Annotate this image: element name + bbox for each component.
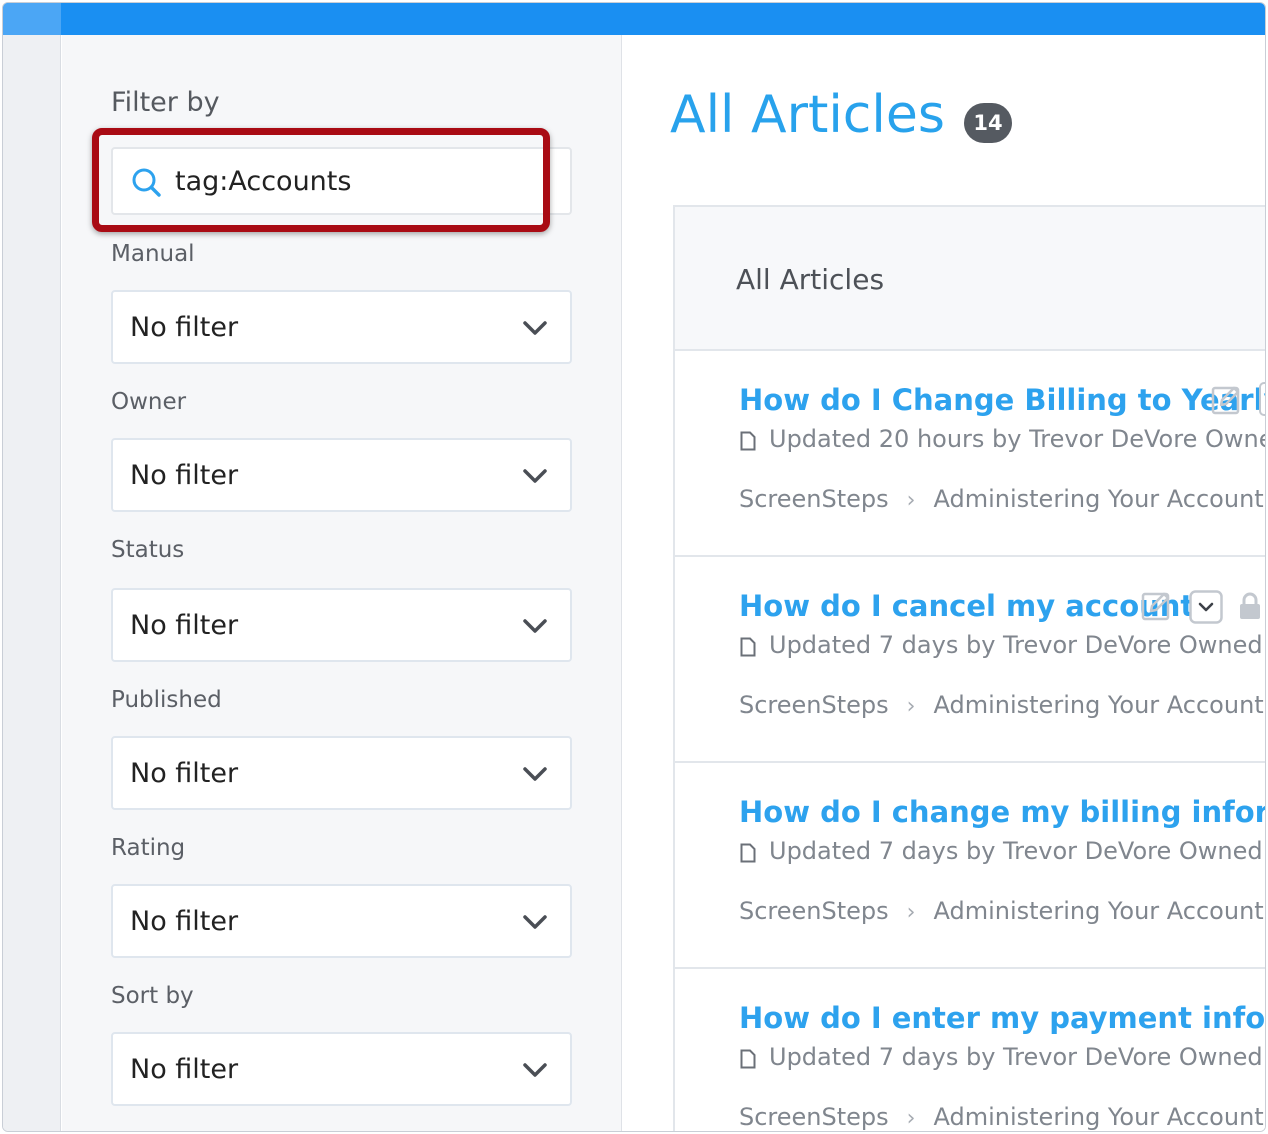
rating-filter-value: No filter (130, 906, 239, 937)
actions-dropdown-button[interactable] (1259, 382, 1265, 416)
status-filter-select[interactable]: No filter (111, 588, 572, 662)
breadcrumb-chevron-icon: › (906, 694, 916, 719)
list-header: All Articles (673, 205, 1265, 351)
breadcrumb: ScreenSteps › Administering Your Account (739, 897, 1264, 925)
breadcrumb-section[interactable]: Administering Your Account (933, 1103, 1263, 1131)
document-icon (740, 637, 756, 657)
document-icon (740, 431, 756, 451)
rating-filter-label: Rating (111, 835, 186, 861)
owner-filter-value: No filter (130, 460, 239, 491)
breadcrumb-chevron-icon: › (906, 488, 916, 513)
published-filter-select[interactable]: No filter (111, 736, 572, 810)
breadcrumb-chevron-icon: › (906, 900, 916, 925)
chevron-down-icon (523, 469, 547, 483)
page-title: All Articles (670, 85, 945, 145)
top-bar-logo-area (3, 3, 61, 35)
article-meta: Updated 7 days by Trevor DeVore Owned b (769, 837, 1266, 865)
breadcrumb-section[interactable]: Administering Your Account (933, 485, 1263, 513)
sort-by-label: Sort by (111, 983, 194, 1009)
article-row: How do I enter my payment informatio Upd… (673, 969, 1266, 1131)
manual-filter-label: Manual (111, 241, 195, 267)
chevron-down-icon[interactable] (1189, 590, 1223, 624)
article-title-link[interactable]: How do I Change Billing to Yearly? (739, 383, 1265, 417)
list-header-label: All Articles (736, 263, 885, 296)
breadcrumb: ScreenSteps › Administering Your Account (739, 1103, 1264, 1131)
manual-filter-value: No filter (130, 312, 239, 343)
status-filter-label: Status (111, 537, 185, 563)
article-count-badge: 14 (964, 103, 1012, 143)
breadcrumb-section[interactable]: Administering Your Account (933, 691, 1263, 719)
status-filter-value: No filter (130, 610, 239, 641)
edit-icon[interactable] (1211, 384, 1243, 416)
edit-icon[interactable] (1141, 590, 1173, 622)
chevron-down-icon (523, 915, 547, 929)
breadcrumb-root[interactable]: ScreenSteps (739, 691, 889, 719)
article-meta: Updated 7 days by Trevor DeVore Owned b (769, 631, 1266, 659)
breadcrumb: ScreenSteps › Administering Your Account (739, 691, 1264, 719)
article-meta: Updated 20 hours by Trevor DeVore Owned (769, 425, 1266, 453)
owner-filter-select[interactable]: No filter (111, 438, 572, 512)
chevron-down-icon (523, 1063, 547, 1077)
articles-main: All Articles 14 All Articles How do I Ch… (623, 35, 1265, 1131)
filter-sidebar: Filter by tag:Accounts Manual No filter … (62, 35, 622, 1131)
app-window: Filter by tag:Accounts Manual No filter … (2, 2, 1266, 1132)
published-filter-label: Published (111, 687, 222, 713)
breadcrumb-section[interactable]: Administering Your Account (933, 897, 1263, 925)
document-icon (740, 1049, 756, 1069)
top-bar (3, 3, 1265, 35)
breadcrumb-root[interactable]: ScreenSteps (739, 485, 889, 513)
owner-filter-label: Owner (111, 389, 187, 415)
sort-by-select[interactable]: No filter (111, 1032, 572, 1106)
breadcrumb-root[interactable]: ScreenSteps (739, 1103, 889, 1131)
rating-filter-select[interactable]: No filter (111, 884, 572, 958)
document-icon (740, 843, 756, 863)
article-title-link[interactable]: How do I enter my payment informatio (739, 1001, 1265, 1035)
chevron-down-icon (523, 619, 547, 633)
breadcrumb-chevron-icon: › (906, 1106, 916, 1131)
article-row: How do I cancel my account? Updated 7 da… (673, 557, 1266, 763)
chevron-down-icon (523, 321, 547, 335)
article-meta: Updated 7 days by Trevor DeVore Owned b (769, 1043, 1266, 1071)
chevron-down-icon (523, 767, 547, 781)
filter-title: Filter by (111, 87, 220, 118)
breadcrumb: ScreenSteps › Administering Your Account (739, 485, 1264, 513)
sort-by-value: No filter (130, 1054, 239, 1085)
article-row: How do I Change Billing to Yearly? Updat… (673, 351, 1266, 557)
search-highlight-annotation (92, 128, 550, 232)
left-rail (3, 35, 61, 1131)
article-title-link[interactable]: How do I change my billing informatior (739, 795, 1265, 829)
manual-filter-select[interactable]: No filter (111, 290, 572, 364)
published-filter-value: No filter (130, 758, 239, 789)
article-row: How do I change my billing informatior U… (673, 763, 1266, 969)
breadcrumb-root[interactable]: ScreenSteps (739, 897, 889, 925)
lock-icon (1240, 592, 1260, 619)
